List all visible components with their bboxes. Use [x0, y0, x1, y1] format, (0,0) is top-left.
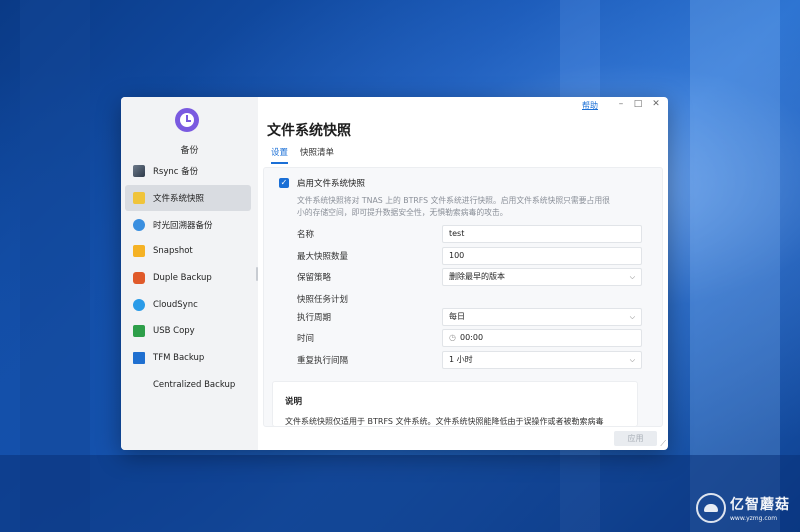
note-box: 说明 文件系统快照仅适用于 BTRFS 文件系统。文件系统快照能降低由于误操作或…	[272, 381, 638, 427]
name-input[interactable]: test	[442, 225, 642, 243]
page-title: 文件系统快照	[267, 123, 351, 139]
clock-icon: ◷	[449, 333, 456, 342]
cloudsync-icon	[133, 298, 145, 311]
watermark-url: www.yzmg.com	[730, 515, 778, 522]
chevron-down-icon: ⌵	[629, 313, 635, 321]
max-snapshots-row: 最大快照数量 100	[297, 247, 652, 265]
sidebar-item-time-machine[interactable]: 时光回溯器备份	[125, 211, 251, 238]
period-label: 执行周期	[297, 313, 332, 323]
time-row: 时间 ◷ 00:00	[297, 329, 652, 347]
time-machine-icon	[133, 218, 145, 231]
sidebar-item-label: Duple Backup	[153, 273, 212, 284]
repeat-row: 重复执行间隔 1 小时 ⌵	[297, 351, 652, 369]
snapshot-folder-icon	[133, 245, 145, 258]
sidebar-item-label: Rsync 备份	[153, 167, 199, 178]
time-label: 时间	[297, 334, 315, 344]
usb-copy-icon	[133, 325, 145, 338]
sidebar-item-rsync[interactable]: Rsync 备份	[125, 158, 251, 185]
tab-bar: 设置 快照清单	[271, 146, 346, 164]
clock-backup-icon	[175, 108, 199, 132]
tab-snapshot-list[interactable]: 快照清单	[300, 146, 334, 164]
enable-snapshot-row: ✓ 启用文件系统快照	[279, 177, 365, 189]
sidebar: 备份 Rsync 备份 文件系统快照 时光回溯器备份 Snapshot Dupl…	[121, 97, 258, 450]
retention-row: 保留策略 删除最早的版本 ⌵	[297, 268, 652, 286]
chevron-down-icon: ⌵	[629, 356, 635, 364]
sidebar-item-usb-copy[interactable]: USB Copy	[125, 318, 251, 345]
help-link[interactable]: 帮助	[582, 100, 598, 111]
sidebar-item-label: 时光回溯器备份	[153, 220, 213, 231]
name-label: 名称	[297, 230, 315, 240]
enable-snapshot-checkbox[interactable]: ✓	[279, 178, 289, 188]
max-snapshots-input[interactable]: 100	[442, 247, 642, 265]
name-row: 名称 test	[297, 225, 652, 243]
sidebar-item-label: CloudSync	[153, 299, 198, 310]
rsync-icon	[133, 165, 145, 178]
retention-label: 保留策略	[297, 273, 332, 283]
close-icon[interactable]: ✕	[649, 99, 663, 109]
sidebar-item-centralized-backup[interactable]: Centralized Backup	[125, 372, 251, 399]
max-snapshots-label: 最大快照数量	[297, 252, 349, 262]
sidebar-item-cloudsync[interactable]: CloudSync	[125, 291, 251, 318]
snapshot-description: 文件系统快照将对 TNAS 上的 BTRFS 文件系统进行快照。启用文件系统快照…	[297, 196, 610, 217]
minimize-icon[interactable]: –	[614, 99, 628, 109]
time-picker[interactable]: ◷ 00:00	[442, 329, 642, 347]
filesystem-snapshot-icon	[133, 192, 145, 205]
period-select[interactable]: 每日 ⌵	[442, 308, 642, 326]
sidebar-item-snapshot[interactable]: Snapshot	[125, 238, 251, 265]
schedule-section-label: 快照任务计划	[297, 295, 349, 305]
sidebar-item-label: 文件系统快照	[153, 194, 205, 205]
apply-button[interactable]: 应用	[614, 431, 657, 446]
sidebar-item-label: Snapshot	[153, 246, 193, 257]
chevron-down-icon: ⌵	[629, 273, 635, 281]
sidebar-item-filesystem-snapshot[interactable]: 文件系统快照	[125, 184, 251, 212]
maximize-icon[interactable]: □	[631, 99, 645, 109]
sidebar-item-label: Centralized Backup	[153, 379, 236, 390]
resize-grip-icon[interactable]: ⟋	[660, 439, 666, 449]
period-row: 执行周期 每日 ⌵	[297, 308, 652, 326]
mushroom-logo-icon	[696, 493, 726, 523]
app-name: 备份	[180, 146, 199, 156]
watermark: 亿智蘑菇 www.yzmg.com	[696, 490, 800, 526]
tfm-backup-icon	[133, 352, 145, 365]
note-title: 说明	[285, 397, 303, 407]
duple-backup-icon	[133, 272, 145, 285]
repeat-select[interactable]: 1 小时 ⌵	[442, 351, 642, 369]
note-text: 文件系统快照仅适用于 BTRFS 文件系统。文件系统快照能降低由于误操作或者被勒…	[285, 417, 604, 426]
sidebar-item-label: TFM Backup	[153, 353, 205, 364]
sidebar-item-tfm-backup[interactable]: TFM Backup	[125, 345, 251, 372]
sidebar-nav: Rsync 备份 文件系统快照 时光回溯器备份 Snapshot Duple B…	[125, 158, 251, 398]
sidebar-item-label: USB Copy	[153, 326, 195, 337]
repeat-label: 重复执行间隔	[297, 356, 349, 366]
retention-select[interactable]: 删除最早的版本 ⌵	[442, 268, 642, 286]
backup-app-window: 备份 Rsync 备份 文件系统快照 时光回溯器备份 Snapshot Dupl…	[121, 97, 668, 450]
enable-snapshot-label: 启用文件系统快照	[297, 179, 366, 189]
watermark-brand: 亿智蘑菇	[730, 497, 790, 513]
sidebar-item-duple-backup[interactable]: Duple Backup	[125, 265, 251, 292]
tab-settings[interactable]: 设置	[271, 146, 289, 164]
